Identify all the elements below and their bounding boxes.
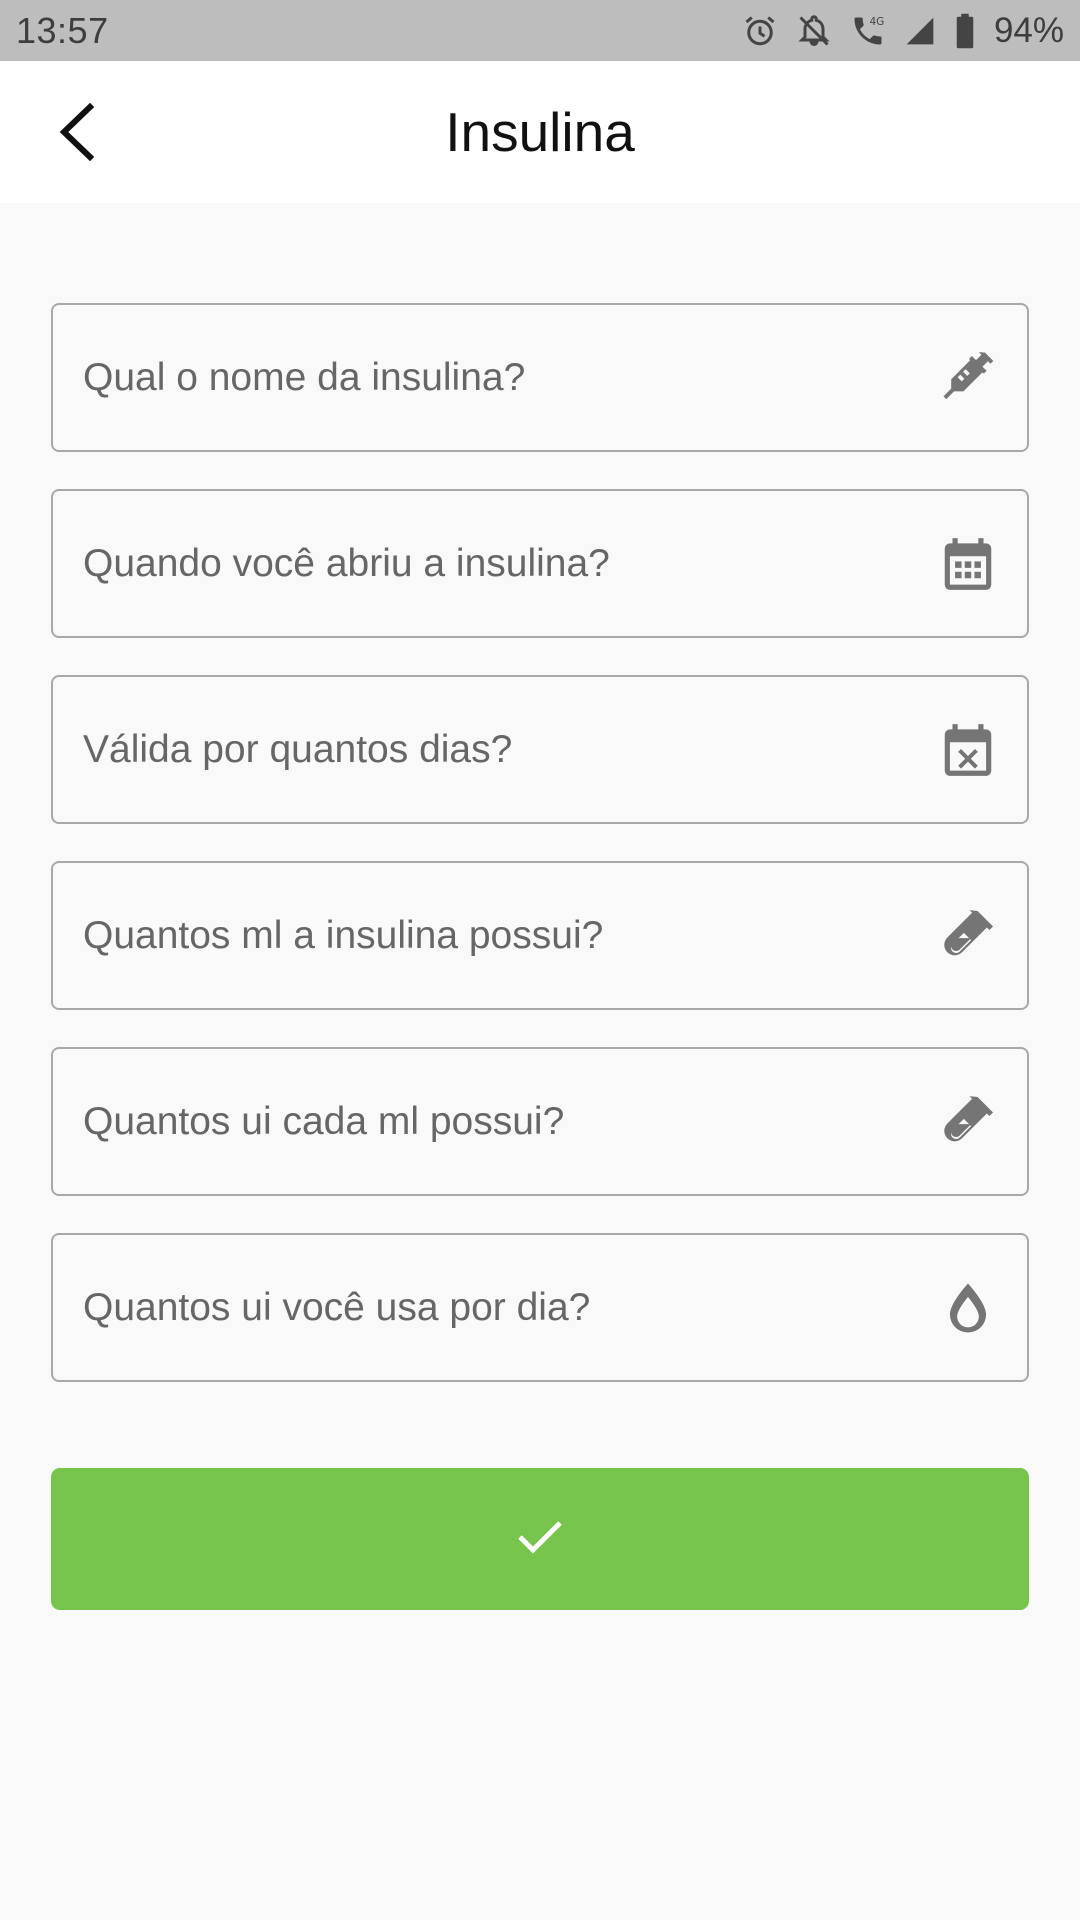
water-drop-icon [937, 1277, 999, 1339]
battery-icon [954, 13, 976, 49]
network-type-text: 4G [869, 16, 884, 28]
chevron-left-icon [52, 102, 98, 166]
daily-ui-input[interactable] [53, 1235, 1027, 1380]
calendar-icon [937, 533, 999, 595]
validity-days-input[interactable] [53, 677, 1027, 822]
check-icon [516, 1517, 564, 1562]
insulin-name-input[interactable] [53, 305, 1027, 450]
insulin-form [51, 303, 1029, 1419]
battery-percent: 94% [993, 10, 1064, 50]
open-date-input[interactable] [53, 491, 1027, 636]
validity-days-field[interactable] [51, 675, 1029, 824]
ui-per-ml-input[interactable] [53, 1049, 1027, 1194]
daily-ui-field[interactable] [51, 1233, 1029, 1382]
page-title: Insulina [445, 101, 635, 163]
test-tube-icon [937, 905, 999, 967]
insulin-name-field[interactable] [51, 303, 1029, 452]
ui-per-ml-field[interactable] [51, 1047, 1029, 1196]
alarm-icon [742, 13, 778, 49]
status-time: 13:57 [16, 9, 109, 51]
back-button[interactable] [40, 99, 110, 169]
call-4g-icon: 4G [850, 13, 886, 49]
status-bar: 13:57 4G 94% [0, 0, 1080, 61]
calendar-remove-icon [937, 719, 999, 781]
syringe-icon [937, 347, 999, 409]
app-bar: Insulina [0, 61, 1080, 203]
test-tube-icon [937, 1091, 999, 1153]
status-icons: 4G 94% [742, 11, 1064, 51]
insulin-ml-field[interactable] [51, 861, 1029, 1010]
confirm-button[interactable] [51, 1468, 1029, 1610]
notifications-off-icon [796, 13, 832, 49]
open-date-field[interactable] [51, 489, 1029, 638]
insulin-ml-input[interactable] [53, 863, 1027, 1008]
signal-icon [904, 15, 936, 47]
